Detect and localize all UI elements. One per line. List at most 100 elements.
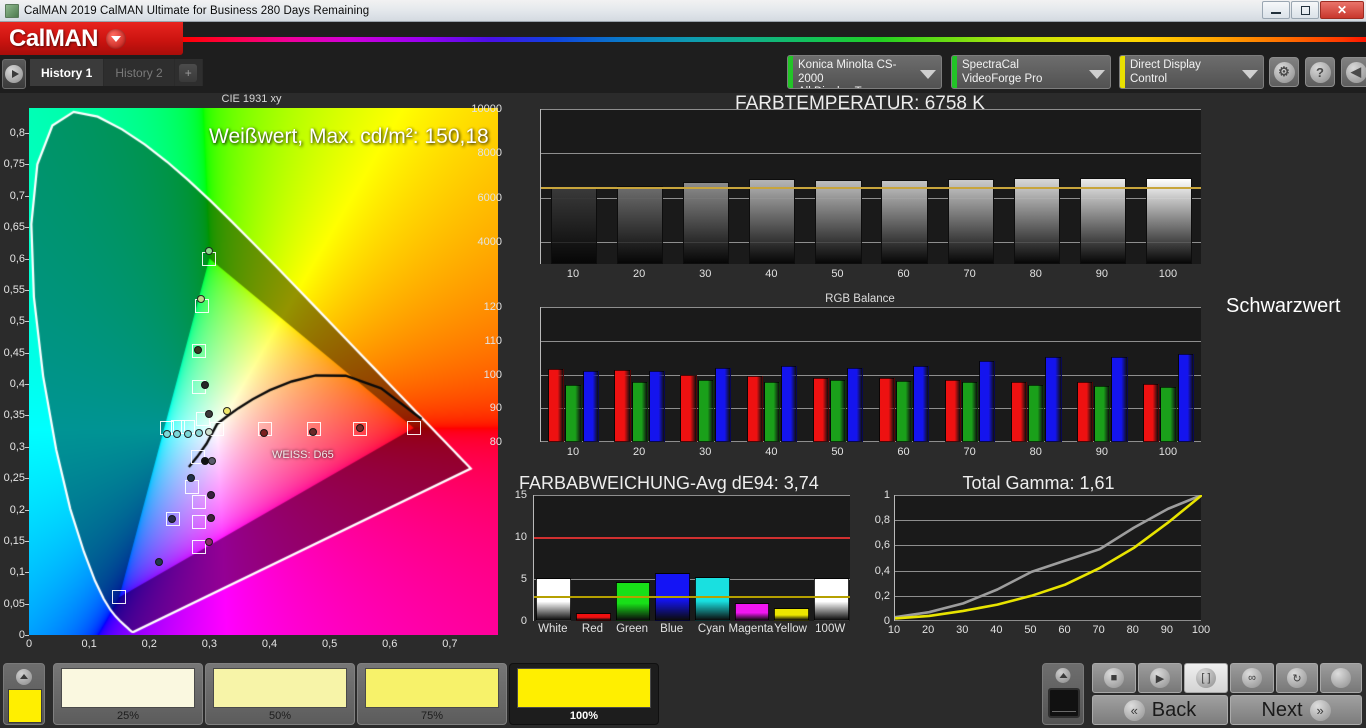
close-button[interactable]: ✕ [1320, 1, 1364, 19]
rgb-balance-bar-blue [979, 361, 996, 442]
rgb-balance-x-tick: 90 [1095, 446, 1108, 458]
cie-y-tick-label: 0,55 [3, 283, 30, 296]
pattern-swatch-50[interactable]: 50% [205, 663, 355, 725]
cie-target-marker [406, 420, 421, 435]
cie-measured-marker [194, 428, 203, 437]
refresh-button[interactable]: ↻ [1276, 663, 1318, 693]
rgb-balance-bar-green [829, 380, 847, 442]
pattern-swatch-75[interactable]: 75% [357, 663, 507, 725]
back-button[interactable]: « Back [1092, 695, 1228, 725]
rgb-balance-x-tick: 50 [831, 446, 844, 458]
extra-button[interactable] [1320, 663, 1362, 693]
color-temperature-x-tick: 50 [831, 268, 844, 280]
source-selector-text: SpectraCal VideoForge Pro [957, 56, 1084, 88]
color-deviation-bar [734, 602, 770, 621]
cie-measured-marker [163, 429, 172, 438]
total-gamma-x-tick: 80 [1126, 624, 1139, 636]
total-gamma-plot [894, 495, 1202, 621]
color-deviation-y-tick: 0 [520, 615, 527, 627]
color-deviation-chart[interactable]: FARBABWEICHUNG-Avg dE94: 3,74 0 5 10 15 Whi… [505, 473, 860, 660]
swatch-color-preview [365, 668, 499, 708]
rgb-balance-bar-green [1028, 384, 1045, 442]
rgb-balance-bar-blue [648, 371, 665, 442]
rgb-balance-bar-red [878, 377, 895, 442]
rgb-balance-chart[interactable]: RGB Balance 80 90 100 110 120 10 20 30 40 50 60 70… [484, 293, 1215, 468]
pattern-swatch-100[interactable]: 100% [509, 663, 659, 725]
chevron-down-icon[interactable] [106, 28, 127, 49]
meter-name: Konica Minolta CS-2000 [798, 59, 897, 85]
settings-button[interactable]: ⚙ [1269, 57, 1299, 87]
chevron-down-icon[interactable] [1237, 56, 1263, 88]
cie-measured-marker [208, 456, 217, 465]
collapse-panel-button[interactable]: ◀ [1341, 57, 1366, 87]
tab-add-button[interactable]: + [174, 59, 203, 86]
cie-y-tick-label: 0,1 [9, 566, 30, 579]
gridline [534, 579, 850, 580]
content-area: CIE 1931 xy 0,8 0,75 0,7 0,65 0,6 0,55 0,5 0,45… [0, 93, 1366, 660]
plus-icon: + [179, 63, 198, 82]
color-deviation-bar [813, 578, 849, 621]
source-name: SpectraCal VideoForge Pro [962, 59, 1043, 85]
total-gamma-y-tick: 0,4 [874, 564, 890, 577]
cie-x-tick-label: 0 [25, 638, 33, 650]
meter-selector[interactable]: Konica Minolta CS-2000 All Display Types [787, 55, 942, 89]
cie-x-axis: 0 0,1 0,2 0,3 0,4 0,5 0,6 0,7 [25, 638, 498, 656]
play-button[interactable]: ▶ [1138, 663, 1182, 693]
color-deviation-x-tick: White [538, 623, 568, 635]
rgb-balance-bar-green [697, 380, 714, 442]
total-gamma-x-tick: 20 [921, 624, 935, 636]
rgb-balance-bar-red [1010, 381, 1028, 442]
chevron-up-icon [1055, 668, 1071, 683]
help-button[interactable]: ? [1305, 57, 1335, 87]
pattern-expand-button[interactable] [3, 663, 45, 725]
rgb-balance-bar-red [1143, 383, 1160, 442]
total-gamma-chart[interactable]: Total Gamma: 1,61 0 0,2 0,4 0,6 0,8 1 10 20 30 4… [862, 473, 1215, 660]
cie-plot-area[interactable]: Weißwert, Max. cd/m²: 150,18 WEISS: D65 [29, 108, 498, 635]
color-temperature-x-tick: 80 [1029, 268, 1042, 280]
tab-history-1[interactable]: History 1 [30, 59, 105, 86]
color-temperature-y-tick: 6000 [477, 191, 502, 204]
color-deviation-bar [774, 608, 809, 621]
color-temperature-chart[interactable]: FARBTEMPERATUR: 6758 K 4000 6000 8000 10000… [471, 93, 1215, 288]
display-control-text: Direct Display Control [1125, 56, 1237, 88]
stop-button[interactable]: ■ [1092, 663, 1136, 693]
cie-y-tick-label: 0,6 [9, 252, 30, 265]
color-temperature-x-tick: 60 [897, 268, 910, 280]
rgb-balance-x-tick: 20 [633, 446, 646, 458]
rgb-balance-bar-red [1077, 382, 1094, 442]
cie-target-marker [192, 494, 207, 509]
color-temperature-target-line [541, 186, 1201, 189]
swatch-color-preview [213, 668, 347, 708]
rgb-balance-x-tick: 40 [765, 446, 778, 458]
workflow-play-button[interactable] [2, 59, 26, 89]
cie-measured-marker [200, 380, 209, 389]
cie-target-marker [192, 515, 207, 530]
rgb-balance-bar-blue [1045, 357, 1062, 442]
source-selector[interactable]: SpectraCal VideoForge Pro [951, 55, 1111, 89]
display-control-selector[interactable]: Direct Display Control [1119, 55, 1264, 89]
total-gamma-x-tick: 70 [1092, 624, 1105, 636]
pause-button[interactable]: [ ] [1184, 663, 1228, 693]
pattern-swatch-25[interactable]: 25% [53, 663, 203, 725]
continuous-button[interactable]: ∞ [1230, 663, 1274, 693]
total-gamma-x-tick: 10 [887, 624, 901, 636]
color-deviation-title: FARBABWEICHUNG-Avg dE94: 3,74 [519, 473, 819, 493]
next-button[interactable]: Next » [1230, 695, 1362, 725]
blank-icon [1331, 668, 1351, 688]
minimize-button[interactable] [1262, 1, 1290, 19]
display-window-button[interactable] [1042, 663, 1084, 725]
rgb-balance-bar-blue [913, 365, 930, 442]
color-temperature-bar [1079, 178, 1126, 264]
rgb-balance-x-tick: 60 [897, 446, 910, 458]
history-tab-bar: History 1 History 2 + [30, 59, 203, 86]
chevron-down-icon[interactable] [1084, 56, 1110, 88]
tab-history-2[interactable]: History 2 [104, 59, 175, 86]
rgb-balance-y-tick: 110 [484, 334, 502, 347]
maximize-button[interactable] [1291, 1, 1319, 19]
cie-measured-marker [204, 247, 213, 256]
cie-y-tick-label: 0,3 [9, 440, 30, 453]
cie-measured-marker [183, 429, 192, 438]
chevron-down-icon[interactable] [915, 56, 941, 88]
calman-logo[interactable]: CalMAN [0, 22, 183, 55]
cie-chart-panel[interactable]: CIE 1931 xy 0,8 0,75 0,7 0,65 0,6 0,55 0,5 0,45… [0, 93, 503, 660]
